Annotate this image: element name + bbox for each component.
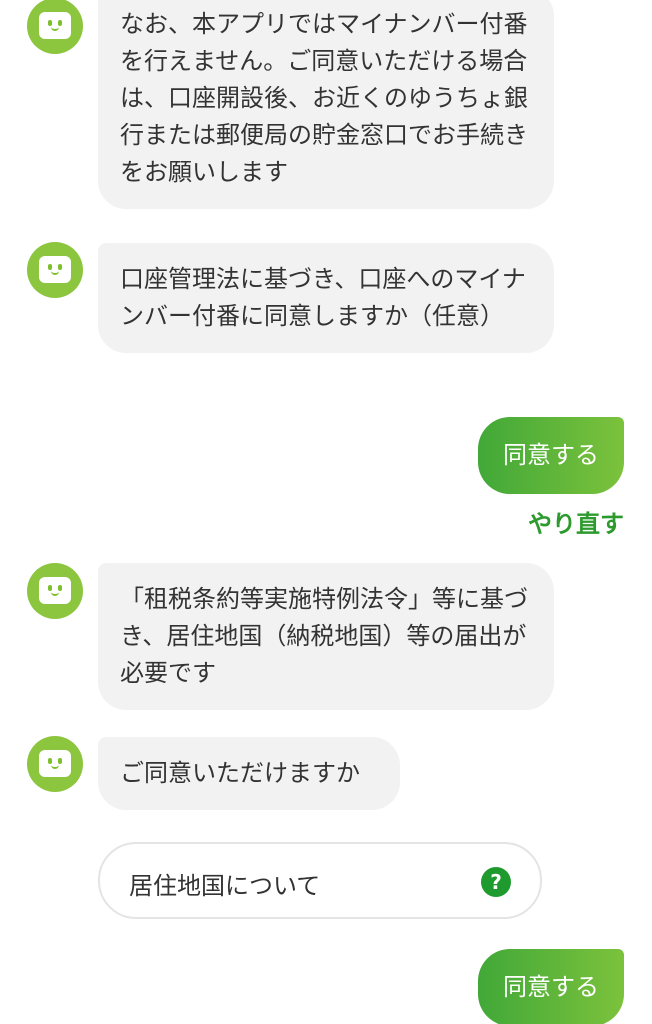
robot-face-icon <box>39 256 71 283</box>
bot-avatar-icon <box>27 736 83 792</box>
bot-message-bubble: 口座管理法に基づき、口座へのマイナンバー付番に同意しますか（任意） <box>98 243 554 353</box>
robot-face-icon <box>39 750 71 777</box>
redo-link[interactable]: やり直す <box>528 504 624 539</box>
question-circle-icon[interactable]: ? <box>481 867 511 897</box>
robot-face-icon <box>39 12 71 39</box>
bot-message-bubble: ご同意いただけますか <box>98 737 400 810</box>
user-reply-bubble: 同意する <box>478 417 624 494</box>
bot-message-bubble: なお、本アプリではマイナンバー付番を行えません。ご同意いただける場合は、口座開設… <box>98 0 554 209</box>
residence-country-info-button[interactable]: 居住地国について ? <box>98 842 542 919</box>
agree-button[interactable]: 同意する <box>478 949 624 1024</box>
info-card-label: 居住地国について <box>129 872 321 900</box>
bot-avatar-icon <box>27 242 83 298</box>
chat-thread: なお、本アプリではマイナンバー付番を行えません。ご同意いただける場合は、口座開設… <box>0 0 652 1024</box>
bot-message-bubble: 「租税条約等実施特例法令」等に基づき、居住地国（納税地国）等の届出が必要です <box>98 563 554 710</box>
bot-avatar-icon <box>27 563 83 619</box>
bot-avatar-icon <box>27 0 83 54</box>
robot-face-icon <box>39 577 71 604</box>
